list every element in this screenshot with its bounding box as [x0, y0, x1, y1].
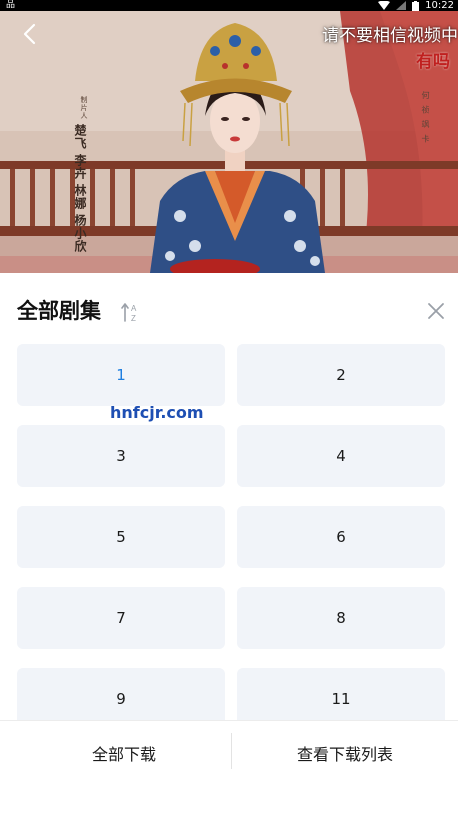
screen: 品 10:22 制片人 楚飞 李卉 林娜 杨小欣 何 祯 飒 卡 请不要相信视频…: [0, 0, 458, 820]
credit-cast-name: 楚飞: [73, 124, 87, 150]
episode-label: 6: [336, 528, 346, 546]
episode-item[interactable]: 8: [237, 587, 445, 649]
status-time: 10:22: [425, 0, 454, 11]
episode-label: 2: [336, 366, 346, 384]
close-button[interactable]: [425, 300, 447, 322]
close-icon: [428, 303, 444, 319]
episode-item[interactable]: 1: [17, 344, 225, 406]
credit-cast-name: 杨小欣: [73, 214, 87, 253]
sort-button[interactable]: A Z: [119, 301, 141, 323]
overlay-caption-red: 有吗: [416, 52, 450, 72]
episode-label: 9: [116, 690, 126, 708]
episode-label: 3: [116, 447, 126, 465]
episode-label: 1: [116, 366, 126, 384]
video-frame-image: [0, 11, 458, 273]
battery-icon: [412, 0, 420, 11]
credit-cast-name: 林娜: [73, 184, 87, 210]
episode-label: 7: [116, 609, 126, 627]
episode-label: 11: [331, 690, 351, 708]
signal-icon: [396, 1, 407, 10]
episode-item[interactable]: 3: [17, 425, 225, 487]
status-left-glyph: 品: [6, 0, 16, 10]
back-button[interactable]: [16, 21, 42, 47]
overlay-caption: 请不要相信视频中: [322, 26, 458, 46]
credit-cast-name: 李卉: [73, 154, 87, 180]
panel-title: 全部剧集: [17, 299, 101, 323]
episode-label: 5: [116, 528, 126, 546]
episode-item[interactable]: 2: [237, 344, 445, 406]
status-bar: 品 10:22: [0, 0, 458, 11]
view-download-list-button[interactable]: 查看下载列表: [231, 733, 458, 773]
watermark-text: hnfcjr.com: [110, 403, 204, 422]
video-player[interactable]: 制片人 楚飞 李卉 林娜 杨小欣 何 祯 飒 卡 请不要相信视频中 有吗: [0, 11, 458, 273]
sort-label-z: Z: [131, 314, 136, 323]
episode-item[interactable]: 6: [237, 506, 445, 568]
credit-cast: 制片人 楚飞 李卉 林娜 杨小欣: [72, 96, 89, 253]
back-icon: [23, 23, 36, 45]
credit-right: 何 祯 飒 卡: [421, 91, 430, 145]
episode-label: 8: [336, 609, 346, 627]
status-right: 10:22: [378, 0, 454, 11]
episode-item[interactable]: 5: [17, 506, 225, 568]
sort-az-icon: A Z: [121, 303, 137, 323]
panel-header: 全部剧集 A Z: [17, 295, 447, 327]
episode-item[interactable]: 4: [237, 425, 445, 487]
download-all-button[interactable]: 全部下载: [10, 733, 238, 773]
episode-item[interactable]: 7: [17, 587, 225, 649]
episode-label: 4: [336, 447, 346, 465]
wifi-icon: [378, 1, 391, 10]
bottom-action-bar: 全部下载 查看下载列表: [0, 720, 458, 820]
credit-cast-title: 制片人: [80, 96, 88, 120]
sort-label-a: A: [131, 304, 137, 313]
